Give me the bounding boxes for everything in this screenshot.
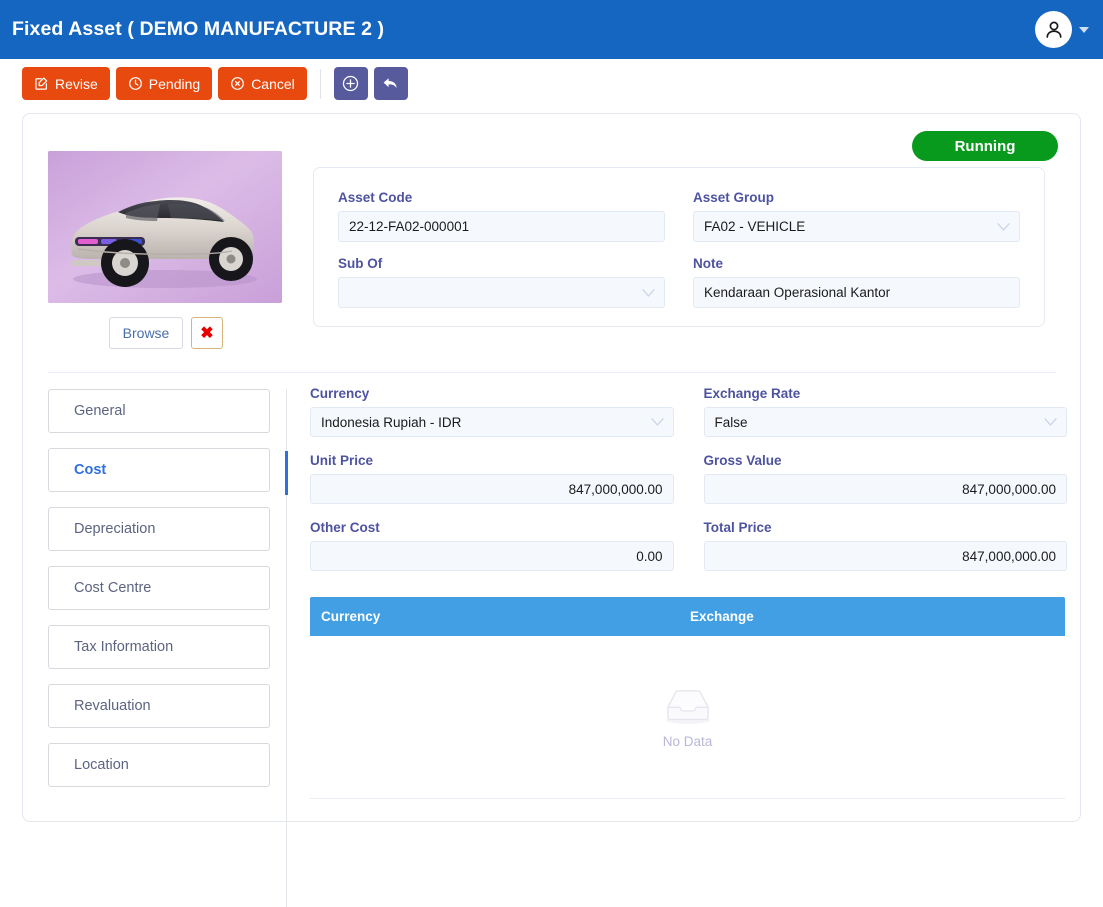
- empty-state-text: No Data: [662, 734, 713, 749]
- cancel-label: Cancel: [251, 75, 295, 92]
- column-header-currency[interactable]: Currency: [310, 609, 690, 624]
- asset-code-input[interactable]: 22-12-FA02-000001: [338, 211, 665, 242]
- other-cost-input[interactable]: 0.00: [310, 541, 674, 571]
- app-header: Fixed Asset ( DEMO MANUFACTURE 2 ): [0, 0, 1103, 59]
- image-actions: Browse ✖: [48, 317, 284, 349]
- gross-value-input[interactable]: 847,000,000.00: [703, 474, 1067, 504]
- empty-inbox-icon: [660, 685, 716, 727]
- field-asset-code: Asset Code 22-12-FA02-000001: [338, 190, 665, 242]
- pending-button[interactable]: Pending: [115, 67, 213, 100]
- asset-group-value: FA02 - VEHICLE: [704, 219, 806, 234]
- exchange-rate-label: Exchange Rate: [703, 386, 801, 401]
- header-user-menu[interactable]: [1035, 0, 1089, 59]
- tab-location[interactable]: Location: [48, 743, 270, 787]
- tab-revaluation[interactable]: Revaluation: [48, 684, 270, 728]
- cost-pane: Currency Indonesia Rupiah - IDR Exchange…: [310, 386, 1067, 799]
- plus-circle-icon: [341, 74, 360, 93]
- field-unit-price: Unit Price 847,000,000.00: [310, 453, 674, 504]
- field-exchange-rate: Exchange Rate False: [703, 386, 1067, 437]
- sub-of-label: Sub Of: [338, 256, 383, 271]
- detail-tabs: General Cost Depreciation Cost Centre Ta…: [48, 389, 270, 802]
- field-note: Note Kendaraan Operasional Kantor: [693, 256, 1020, 308]
- sub-of-select[interactable]: [338, 277, 665, 308]
- undo-arrow-icon: [381, 74, 401, 94]
- table-header-row: Currency Exchange: [310, 597, 1065, 636]
- edit-square-icon: [34, 76, 49, 91]
- currency-select[interactable]: Indonesia Rupiah - IDR: [310, 407, 674, 437]
- tab-general[interactable]: General: [48, 389, 270, 433]
- delete-image-button[interactable]: ✖: [191, 317, 223, 349]
- currency-exchange-table: Currency Exchange No Data: [310, 597, 1065, 799]
- currency-value: Indonesia Rupiah - IDR: [321, 414, 462, 430]
- unit-price-label: Unit Price: [310, 453, 374, 468]
- field-asset-group: Asset Group FA02 - VEHICLE: [693, 190, 1020, 242]
- asset-info-panel: Asset Code 22-12-FA02-000001 Asset Group…: [313, 167, 1045, 327]
- asset-thumbnail: [48, 151, 282, 303]
- red-x-icon: ✖: [200, 325, 214, 342]
- gross-value-label: Gross Value: [703, 453, 782, 468]
- field-total-price: Total Price 847,000,000.00: [703, 520, 1067, 571]
- cancel-button[interactable]: Cancel: [218, 67, 307, 100]
- chevron-down-icon: [997, 222, 1010, 231]
- chevron-down-icon[interactable]: [1079, 26, 1089, 33]
- asset-code-label: Asset Code: [338, 190, 413, 205]
- browse-button[interactable]: Browse: [109, 317, 183, 349]
- toolbar: Revise Pending Cancel: [0, 59, 1103, 108]
- tab-cost-centre[interactable]: Cost Centre: [48, 566, 270, 610]
- unit-price-input[interactable]: 847,000,000.00: [310, 474, 674, 504]
- chevron-down-icon: [642, 288, 655, 297]
- back-button[interactable]: [373, 67, 408, 100]
- add-button[interactable]: [333, 67, 368, 100]
- exchange-rate-value: False: [714, 414, 748, 430]
- total-price-input[interactable]: 847,000,000.00: [703, 541, 1067, 571]
- asset-group-label: Asset Group: [693, 190, 775, 205]
- field-sub-of: Sub Of: [338, 256, 665, 308]
- active-tab-indicator: [285, 451, 288, 495]
- tab-tax-information[interactable]: Tax Information: [48, 625, 270, 669]
- close-circle-icon: [230, 76, 245, 91]
- note-label: Note: [693, 256, 723, 271]
- section-divider: [48, 372, 1056, 373]
- field-currency: Currency Indonesia Rupiah - IDR: [310, 386, 674, 437]
- revise-button[interactable]: Revise: [22, 67, 110, 100]
- tab-depreciation[interactable]: Depreciation: [48, 507, 270, 551]
- other-cost-label: Other Cost: [310, 520, 380, 535]
- page-title: Fixed Asset ( DEMO MANUFACTURE 2 ): [12, 18, 385, 40]
- field-other-cost: Other Cost 0.00: [310, 520, 674, 571]
- pending-label: Pending: [148, 75, 201, 92]
- asset-detail-card: Running Browse ✖ Asset Code 22-12-FA02-0…: [22, 113, 1081, 907]
- currency-label: Currency: [310, 386, 370, 401]
- table-empty-state: No Data: [310, 636, 1065, 799]
- total-price-label: Total Price: [703, 520, 772, 535]
- chevron-down-icon: [650, 418, 664, 427]
- avatar[interactable]: [1035, 11, 1072, 48]
- column-header-exchange[interactable]: Exchange: [690, 609, 810, 624]
- tab-cost[interactable]: Cost: [48, 448, 270, 492]
- exchange-rate-select[interactable]: False: [703, 407, 1067, 437]
- chevron-down-icon: [1044, 418, 1057, 427]
- asset-group-select[interactable]: FA02 - VEHICLE: [693, 211, 1020, 242]
- user-icon: [1042, 18, 1066, 42]
- status-badge: Running: [912, 131, 1058, 161]
- field-gross-value: Gross Value 847,000,000.00: [703, 453, 1067, 504]
- note-input[interactable]: Kendaraan Operasional Kantor: [693, 277, 1020, 308]
- clock-icon: [128, 76, 143, 91]
- asset-image-section: Browse ✖: [48, 151, 284, 349]
- toolbar-divider: [319, 68, 321, 99]
- revise-label: Revise: [55, 75, 98, 92]
